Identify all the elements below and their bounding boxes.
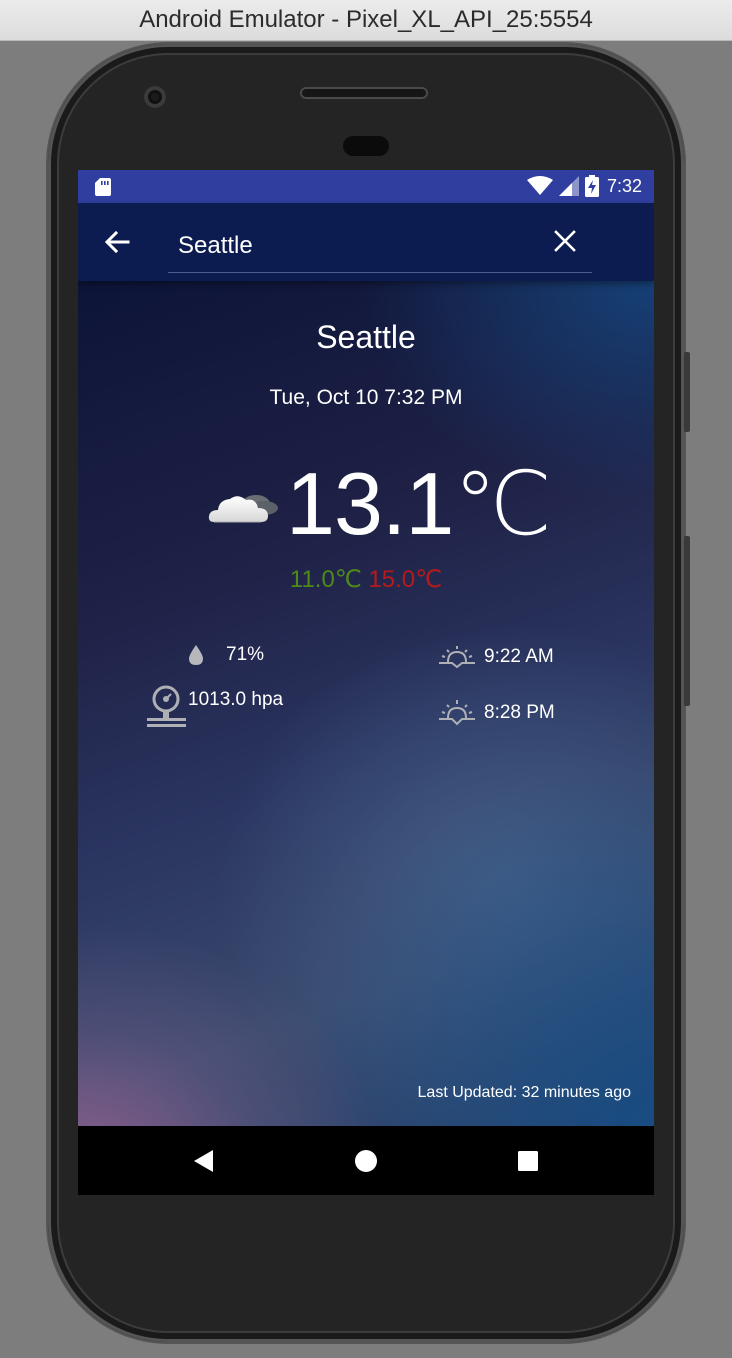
recents-icon[interactable] bbox=[513, 1146, 543, 1176]
current-temperature-row: 13.1℃ bbox=[206, 454, 552, 553]
sunrise-icon bbox=[439, 646, 475, 669]
sunset-time: 8:28 PM bbox=[484, 702, 555, 723]
last-updated: Last Updated: 32 minutes ago bbox=[417, 1084, 631, 1101]
navigation-bar bbox=[78, 1126, 654, 1195]
sunrise-time: 9:22 AM bbox=[484, 646, 554, 667]
pressure-item: 1013.0 hpa bbox=[145, 684, 283, 728]
earpiece-speaker bbox=[300, 87, 428, 99]
city-name: Seattle bbox=[316, 319, 416, 355]
min-temperature: 11.0℃ bbox=[289, 566, 362, 593]
status-time: 7:32 bbox=[606, 175, 642, 196]
wifi-icon bbox=[526, 176, 553, 195]
sunset-icon bbox=[439, 700, 475, 726]
barometer-icon bbox=[147, 685, 186, 727]
proximity-sensor bbox=[343, 136, 389, 156]
power-button bbox=[684, 352, 690, 432]
partly-cloudy-night-icon bbox=[208, 495, 278, 523]
sunset-item: 8:28 PM bbox=[439, 699, 555, 727]
city-search-input[interactable] bbox=[168, 219, 592, 273]
water-drop-icon bbox=[189, 645, 203, 665]
pressure-value: 1013.0 hpa bbox=[188, 689, 284, 710]
date-time: Tue, Oct 10 7:32 PM bbox=[269, 386, 463, 409]
window-title-bar: Android Emulator - Pixel_XL_API_25:5554 bbox=[0, 0, 732, 41]
min-max-temperature: 11.0℃ 15.0℃ bbox=[78, 565, 654, 594]
arrow-back-icon[interactable] bbox=[102, 227, 132, 257]
max-temperature: 15.0℃ bbox=[368, 566, 443, 593]
weather-panel: Seattle Tue, Oct 10 7:32 PM 13.1℃ 11.0℃ … bbox=[78, 281, 654, 1126]
battery-charging-icon bbox=[584, 175, 599, 197]
device-screen: 7:32 Seattle Tue, Oct 10 7:32 PM bbox=[78, 170, 654, 1195]
status-bar: 7:32 bbox=[78, 170, 654, 203]
sunrise-item: 9:22 AM bbox=[439, 645, 554, 669]
front-camera bbox=[144, 86, 166, 108]
search-toolbar bbox=[78, 203, 654, 281]
humidity-item: 71% bbox=[188, 644, 264, 666]
sd-card-icon bbox=[95, 178, 111, 196]
humidity-value: 71% bbox=[226, 644, 265, 665]
home-icon[interactable] bbox=[351, 1146, 381, 1176]
close-icon[interactable] bbox=[552, 228, 578, 254]
volume-button bbox=[684, 536, 690, 706]
back-icon[interactable] bbox=[188, 1146, 218, 1176]
signal-icon bbox=[558, 176, 579, 196]
current-temperature: 13.1℃ bbox=[286, 454, 552, 553]
window-title: Android Emulator - Pixel_XL_API_25:5554 bbox=[139, 6, 593, 33]
